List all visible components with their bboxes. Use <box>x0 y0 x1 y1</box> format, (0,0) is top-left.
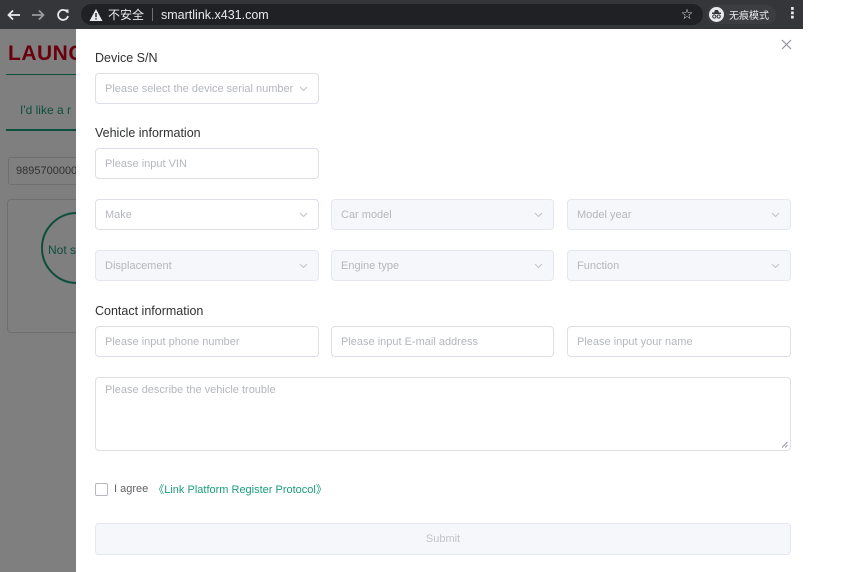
engine-type-placeholder: Engine type <box>341 259 400 272</box>
incognito-icon <box>709 7 724 22</box>
device-sn-title: Device S/N <box>95 51 158 65</box>
chevron-down-icon <box>299 86 308 92</box>
vehicle-trouble-dialog: Device S/N Please select the device seri… <box>76 29 803 572</box>
address-bar[interactable]: 不安全 smartlink.x431.com <box>81 4 703 25</box>
make-select[interactable]: Make <box>95 199 319 230</box>
more-vert-icon[interactable]: ⋮ <box>785 5 800 23</box>
engine-type-select[interactable]: Engine type <box>331 250 554 281</box>
email-input[interactable]: Please input E-mail address <box>331 326 554 357</box>
displacement-select[interactable]: Displacement <box>95 250 319 281</box>
agree-row: I agree 《Link Platform Register Protocol… <box>95 482 327 496</box>
email-placeholder: Please input E-mail address <box>341 335 478 348</box>
back-arrow-icon[interactable] <box>2 0 26 29</box>
star-icon[interactable]: ☆ <box>678 5 696 23</box>
function-placeholder: Function <box>577 259 620 272</box>
device-serial-placeholder: Please select the device serial number <box>105 82 294 95</box>
browser-toolbar: 不安全 smartlink.x431.com ☆ 无痕模式 ⋮ <box>0 0 803 29</box>
insecure-label: 不安全 <box>108 8 145 22</box>
agree-checkbox[interactable] <box>95 482 108 496</box>
reload-icon[interactable] <box>51 0 75 29</box>
model-year-placeholder: Model year <box>577 208 632 221</box>
displacement-placeholder: Displacement <box>105 259 172 272</box>
make-placeholder: Make <box>105 208 132 221</box>
chevron-down-icon <box>771 212 780 218</box>
incognito-label: 无痕模式 <box>729 11 769 22</box>
vin-placeholder: Please input VIN <box>105 157 187 170</box>
omnibox-separator <box>152 8 154 21</box>
function-select[interactable]: Function <box>567 250 791 281</box>
name-input[interactable]: Please input your name <box>567 326 791 357</box>
chevron-down-icon <box>771 263 780 269</box>
vin-input[interactable]: Please input VIN <box>95 148 319 179</box>
chevron-down-icon <box>534 212 543 218</box>
protocol-link[interactable]: 《Link Platform Register Protocol》 <box>153 481 327 497</box>
car-model-select[interactable]: Car model <box>331 199 554 230</box>
device-serial-select[interactable]: Please select the device serial number <box>95 73 319 104</box>
close-icon[interactable] <box>778 38 794 54</box>
chevron-down-icon <box>299 263 308 269</box>
trouble-placeholder: Please describe the vehicle trouble <box>105 384 276 396</box>
car-model-placeholder: Car model <box>341 208 392 221</box>
trouble-description-textarea[interactable]: Please describe the vehicle trouble <box>95 377 791 451</box>
resize-grip-icon[interactable] <box>781 441 788 448</box>
agree-label[interactable]: I agree <box>114 483 148 495</box>
forward-arrow-icon[interactable] <box>26 0 50 29</box>
url-text[interactable]: smartlink.x431.com <box>161 8 269 22</box>
model-year-select[interactable]: Model year <box>567 199 791 230</box>
submit-button[interactable]: Submit <box>95 523 791 555</box>
chevron-down-icon <box>299 212 308 218</box>
warning-icon <box>89 8 103 21</box>
contact-info-title: Contact information <box>95 304 204 318</box>
vehicle-info-title: Vehicle information <box>95 126 201 140</box>
phone-input[interactable]: Please input phone number <box>95 326 319 357</box>
window-margin <box>803 0 843 572</box>
phone-placeholder: Please input phone number <box>105 335 240 348</box>
name-placeholder: Please input your name <box>577 335 693 348</box>
incognito-chip[interactable]: 无痕模式 <box>707 5 776 24</box>
chevron-down-icon <box>534 263 543 269</box>
